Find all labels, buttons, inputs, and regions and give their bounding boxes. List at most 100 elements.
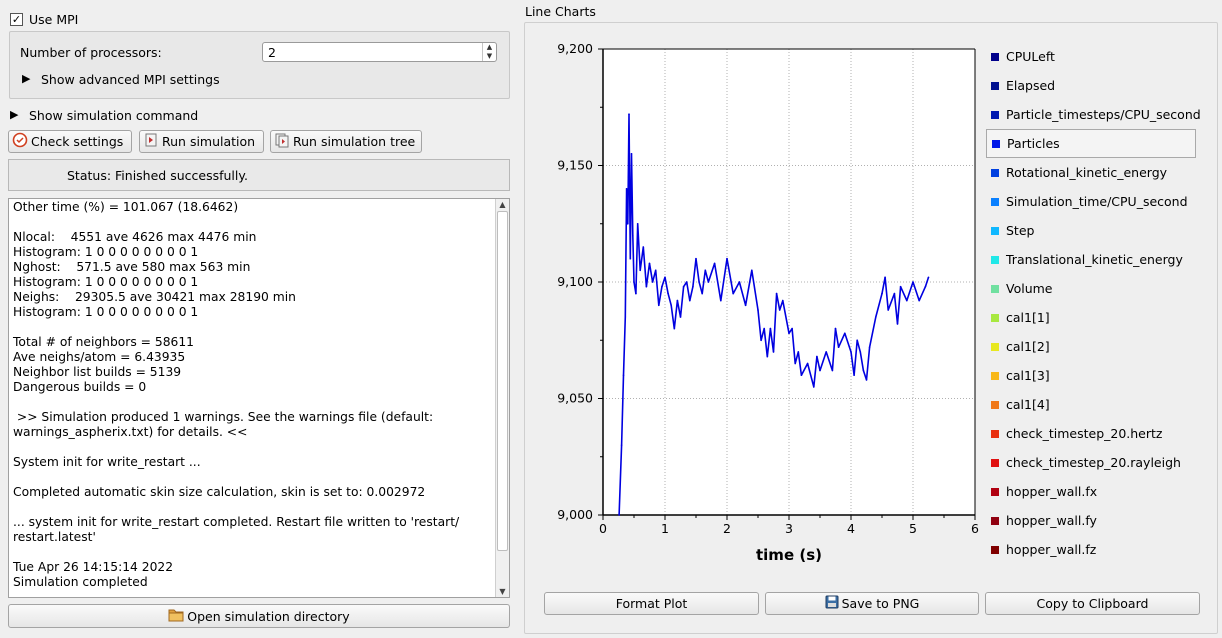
legend-item[interactable]: cal1[2] xyxy=(986,332,1196,361)
data-point xyxy=(806,362,809,365)
data-point xyxy=(825,351,827,353)
data-point xyxy=(713,262,716,265)
x-tick-label: 5 xyxy=(909,521,917,536)
log-line: Histogram: 1 0 0 0 0 0 0 0 0 1 xyxy=(13,275,199,289)
legend-label: check_timestep_20.rayleigh xyxy=(1006,455,1181,470)
legend-swatch xyxy=(991,313,999,322)
data-point xyxy=(627,223,629,225)
legend-item[interactable]: Step xyxy=(986,216,1196,245)
use-mpi-checkbox[interactable]: ✓ xyxy=(10,13,23,26)
open-directory-label: Open simulation directory xyxy=(187,608,350,624)
scroll-down-icon[interactable]: ▼ xyxy=(496,587,509,596)
check-mark-icon: ✓ xyxy=(11,13,22,26)
y-tick-label: 9,150 xyxy=(557,158,593,173)
spin-arrows-icon[interactable]: ▲ ▼ xyxy=(482,43,496,61)
save-png-button[interactable]: Save to PNG xyxy=(765,592,979,615)
data-point xyxy=(853,374,855,377)
data-point xyxy=(893,292,896,295)
y-tick-label: 9,100 xyxy=(557,274,593,289)
data-point xyxy=(622,374,625,377)
chart-panel-title: Line Charts xyxy=(525,4,596,19)
legend-item[interactable]: Particles xyxy=(986,129,1196,158)
legend-item[interactable]: hopper_wall.fy xyxy=(986,506,1196,535)
data-point xyxy=(856,339,858,342)
copy-clipboard-button[interactable]: Copy to Clipboard xyxy=(985,592,1200,615)
data-point xyxy=(899,285,902,288)
x-tick-label: 4 xyxy=(847,521,855,536)
legend-item[interactable]: Volume xyxy=(986,274,1196,303)
data-point xyxy=(701,292,703,295)
data-point xyxy=(629,257,632,260)
chart-legend: CPULeft Elapsed Particle_timesteps/CPU_sec… xyxy=(986,42,1201,564)
open-directory-button[interactable]: Open simulation directory xyxy=(8,604,510,628)
legend-swatch xyxy=(991,226,999,235)
log-line: System init for write_restart ... xyxy=(13,455,201,469)
legend-label: cal1[3] xyxy=(1006,368,1050,383)
folder-icon xyxy=(168,608,184,625)
scroll-up-icon[interactable]: ▲ xyxy=(496,200,509,209)
data-point xyxy=(636,223,639,225)
legend-item[interactable]: hopper_wall.fz xyxy=(986,535,1196,564)
show-command-toggle[interactable]: Show simulation command xyxy=(29,108,198,123)
legend-swatch xyxy=(991,458,999,467)
x-tick-label: 2 xyxy=(723,521,731,536)
check-settings-button[interactable]: Check settings xyxy=(8,130,132,153)
legend-swatch xyxy=(991,342,999,351)
data-point xyxy=(831,369,834,372)
data-point xyxy=(757,309,759,311)
log-line: Tue Apr 26 14:15:14 2022 xyxy=(13,560,174,574)
line-chart[interactable]: 0 1 2 3 4 5 6 9,000 9,050 9,100 9,150 9,200 time (s… xyxy=(528,30,983,570)
data-point xyxy=(661,285,663,288)
data-point xyxy=(834,327,837,330)
data-point xyxy=(896,323,899,325)
legend-item[interactable]: Elapsed xyxy=(986,71,1196,100)
legend-swatch xyxy=(991,429,999,438)
legend-item[interactable]: check_timestep_20.rayleigh xyxy=(986,448,1196,477)
simulation-log[interactable]: Other time (%) = 101.067 (18.6462) Nlocal… xyxy=(8,198,510,598)
data-point xyxy=(685,281,688,283)
legend-item[interactable]: Rotational_kinetic_energy xyxy=(986,158,1196,187)
run-simulation-label: Run simulation xyxy=(162,134,256,149)
legend-label: Translational_kinetic_energy xyxy=(1006,252,1183,267)
log-line: Nghost: 571.5 ave 580 max 563 min xyxy=(13,260,251,274)
data-point xyxy=(738,281,741,283)
legend-item[interactable]: cal1[4] xyxy=(986,390,1196,419)
data-point xyxy=(651,281,654,283)
data-point xyxy=(769,327,772,330)
legend-item[interactable]: cal1[1] xyxy=(986,303,1196,332)
data-point xyxy=(791,327,793,330)
data-point xyxy=(670,304,672,307)
save-png-label: Save to PNG xyxy=(841,596,920,611)
log-line: ... system init for write_restart comple… xyxy=(13,515,460,529)
legend-item[interactable]: Particle_timesteps/CPU_second xyxy=(986,100,1201,129)
data-point xyxy=(884,276,886,279)
expand-triangle-icon[interactable]: ▶ xyxy=(22,72,30,85)
legend-item[interactable]: CPULeft xyxy=(986,42,1196,71)
data-point xyxy=(763,327,765,330)
run-simulation-button[interactable]: Run simulation xyxy=(139,130,264,153)
scroll-thumb[interactable] xyxy=(497,211,508,551)
y-tick-label: 9,000 xyxy=(557,507,593,522)
expand-triangle-icon[interactable]: ▶ xyxy=(10,108,18,121)
legend-item[interactable]: cal1[3] xyxy=(986,361,1196,390)
run-simulation-tree-button[interactable]: Run simulation tree xyxy=(270,130,422,153)
legend-item[interactable]: hopper_wall.fx xyxy=(986,477,1196,506)
data-point xyxy=(887,309,889,311)
legend-item[interactable]: Translational_kinetic_energy xyxy=(986,245,1196,274)
data-point xyxy=(618,514,620,516)
processors-spinbox[interactable]: 2 ▲ ▼ xyxy=(262,42,497,62)
data-point xyxy=(642,246,645,248)
data-point xyxy=(918,299,920,302)
x-tick-label: 0 xyxy=(599,521,607,536)
data-point xyxy=(664,276,666,279)
format-plot-button[interactable]: Format Plot xyxy=(544,592,759,615)
data-point xyxy=(620,444,623,446)
log-scrollbar[interactable]: ▲ ▼ xyxy=(495,199,509,597)
data-point xyxy=(772,351,775,353)
legend-item[interactable]: Simulation_time/CPU_second xyxy=(986,187,1196,216)
advanced-mpi-toggle[interactable]: Show advanced MPI settings xyxy=(41,72,220,87)
legend-item[interactable]: check_timestep_20.hertz xyxy=(986,419,1196,448)
data-point xyxy=(648,262,651,265)
